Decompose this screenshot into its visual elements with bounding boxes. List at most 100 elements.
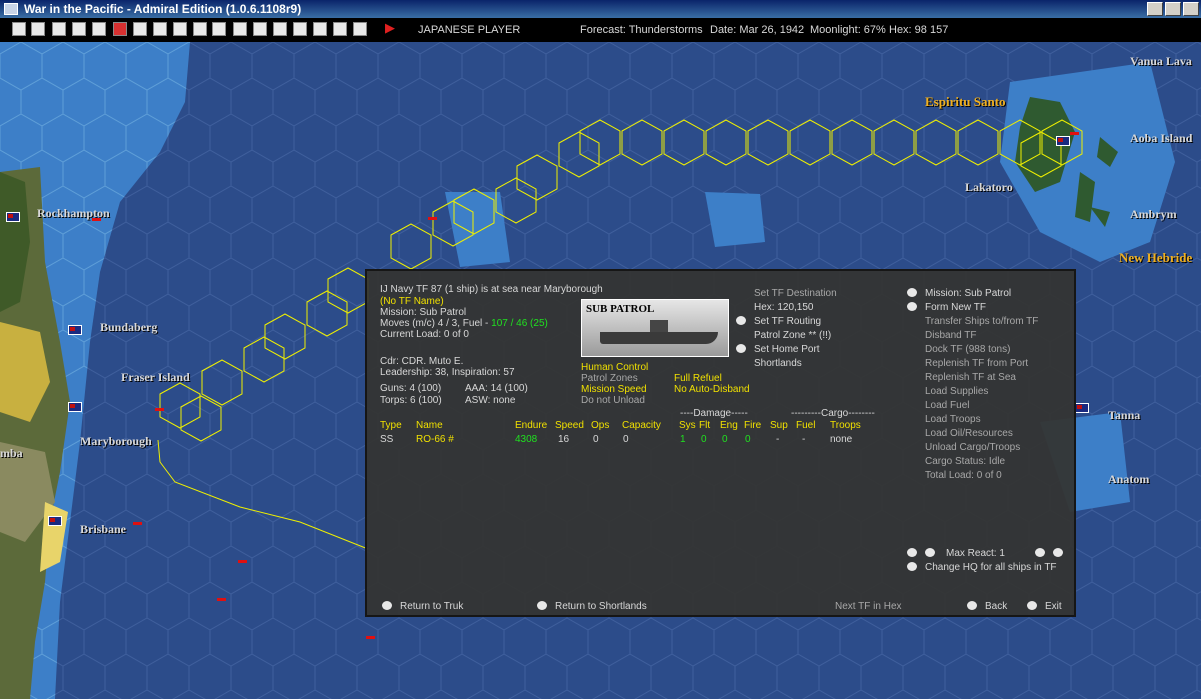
tf-current-load: Current Load: 0 of 0 — [380, 329, 469, 340]
end-turn-icon[interactable]: ▶ — [383, 21, 397, 36]
replenish-sea-button[interactable]: Replenish TF at Sea — [925, 371, 1016, 384]
place-espiritu-santo: Espiritu Santo — [925, 94, 1006, 109]
ship-icon[interactable] — [193, 22, 207, 36]
destination-hex: Hex: 120,150 — [754, 302, 814, 313]
task-force-icon[interactable] — [92, 218, 101, 221]
col-sys[interactable]: Sys — [679, 419, 696, 432]
convoy-icon[interactable] — [212, 22, 226, 36]
do-not-unload-toggle[interactable]: Do not Unload — [581, 394, 645, 407]
base-flag-icon[interactable] — [68, 325, 82, 335]
col-fire[interactable]: Fire — [744, 419, 761, 432]
screen-icon[interactable] — [353, 22, 367, 36]
list-icon[interactable] — [31, 22, 45, 36]
total-load: Total Load: 0 of 0 — [925, 470, 1002, 481]
col-name[interactable]: Name — [416, 419, 443, 432]
marker-icon[interactable] — [173, 22, 187, 36]
return-truk-button[interactable]: Return to Truk — [382, 600, 463, 613]
filter-icon[interactable] — [52, 22, 66, 36]
airbase-icon[interactable] — [153, 22, 167, 36]
col-speed[interactable]: Speed — [555, 419, 584, 432]
task-force-icon[interactable] — [366, 636, 375, 639]
next-tf-button[interactable]: Next TF in Hex — [835, 600, 902, 613]
unit-icon[interactable] — [233, 22, 247, 36]
task-force-icon[interactable] — [155, 408, 164, 411]
row-ops: 0 — [593, 434, 599, 445]
row-name[interactable]: RO-66 # — [416, 433, 454, 446]
hex-label: Hex: 98 157 — [889, 24, 949, 36]
patrol-zone-label[interactable]: Patrol Zone ** (!!) — [754, 329, 831, 342]
dock-tf-button[interactable]: Dock TF (988 tons) — [925, 343, 1010, 356]
set-tf-routing-button[interactable]: Set TF Routing — [736, 315, 821, 328]
submarine-hull — [600, 332, 718, 344]
task-force-icon[interactable] — [217, 598, 226, 601]
react-first-icon[interactable] — [907, 547, 925, 560]
col-endure[interactable]: Endure — [515, 419, 547, 432]
transfer-ships-button[interactable]: Transfer Ships to/from TF — [925, 315, 1038, 328]
disband-tf-button[interactable]: Disband TF — [925, 329, 977, 342]
react-next-icon[interactable] — [1035, 547, 1053, 560]
return-shortlands-button[interactable]: Return to Shortlands — [537, 600, 647, 613]
task-force-icon[interactable] — [133, 522, 142, 525]
set-tf-routing-label: Set TF Routing — [754, 316, 822, 327]
row-sup: - — [776, 434, 780, 445]
plane-icon[interactable] — [133, 22, 147, 36]
tf-leadership: Leadership: 38, Inspiration: 57 — [380, 367, 515, 378]
arrow-icon — [1053, 548, 1063, 557]
col-troops[interactable]: Troops — [830, 419, 861, 432]
react-last-icon[interactable] — [1053, 547, 1071, 560]
set-home-port-button[interactable]: Set Home Port — [736, 343, 820, 356]
task-force-icon[interactable] — [238, 560, 247, 563]
settings-icon[interactable] — [293, 22, 307, 36]
date-label: Date: Mar 26, 1942 — [710, 24, 805, 36]
back-button[interactable]: Back — [967, 600, 1007, 613]
report-icon[interactable] — [72, 22, 86, 36]
place-mba: mba — [0, 446, 23, 460]
mission-button[interactable]: Mission: Sub Patrol — [907, 287, 1011, 300]
col-fuel[interactable]: Fuel — [796, 419, 815, 432]
load-fuel-button[interactable]: Load Fuel — [925, 399, 969, 412]
set-home-port-label: Set Home Port — [754, 344, 820, 355]
arrow-icon — [537, 601, 547, 610]
set-tf-destination[interactable]: Set TF Destination — [754, 287, 837, 300]
task-force-icon[interactable] — [428, 217, 437, 220]
task-force-icon[interactable] — [1070, 132, 1079, 135]
flag-icon[interactable] — [113, 22, 127, 36]
col-type[interactable]: Type — [380, 419, 402, 432]
arrow-icon — [925, 548, 935, 557]
fleet-icon[interactable] — [253, 22, 267, 36]
options-icon[interactable] — [313, 22, 327, 36]
col-ops[interactable]: Ops — [591, 419, 609, 432]
col-eng[interactable]: Eng — [720, 419, 738, 432]
map-icon[interactable] — [333, 22, 347, 36]
col-capacity[interactable]: Capacity — [622, 419, 661, 432]
replenish-port-button[interactable]: Replenish TF from Port — [925, 357, 1028, 370]
cargo-status: Cargo Status: Idle — [925, 456, 1006, 467]
change-hq-button[interactable]: Change HQ for all ships in TF — [907, 561, 1057, 574]
place-brisbane: Brisbane — [80, 522, 127, 536]
moonlight-label: Moonlight: 67% — [810, 24, 886, 36]
load-oil-button[interactable]: Load Oil/Resources — [925, 427, 1013, 440]
load-troops-button[interactable]: Load Troops — [925, 413, 981, 426]
base-flag-icon[interactable] — [48, 516, 62, 526]
unload-cargo-button[interactable]: Unload Cargo/Troops — [925, 441, 1020, 454]
load-supplies-button[interactable]: Load Supplies — [925, 385, 988, 398]
minimize-button[interactable] — [1147, 2, 1163, 16]
base-flag-icon[interactable] — [1056, 136, 1070, 146]
info-icon[interactable] — [12, 22, 26, 36]
exit-button[interactable]: Exit — [1027, 600, 1062, 613]
base-flag-icon[interactable] — [6, 212, 20, 222]
col-flt[interactable]: Flt — [699, 419, 710, 432]
row-sys: 1 — [680, 434, 686, 445]
react-prev-icon[interactable] — [925, 547, 943, 560]
window-buttons — [1147, 2, 1199, 16]
form-new-tf-button[interactable]: Form New TF — [907, 301, 986, 314]
base-flag-icon[interactable] — [68, 402, 82, 412]
intel-icon[interactable] — [92, 22, 106, 36]
close-button[interactable] — [1183, 2, 1199, 16]
globe-icon[interactable] — [273, 22, 287, 36]
no-auto-disband-toggle[interactable]: No Auto-Disband — [674, 383, 750, 396]
col-sup[interactable]: Sup — [770, 419, 788, 432]
maximize-button[interactable] — [1165, 2, 1181, 16]
base-flag-icon[interactable] — [1075, 403, 1089, 413]
tf-asw: ASW: none — [465, 395, 516, 406]
